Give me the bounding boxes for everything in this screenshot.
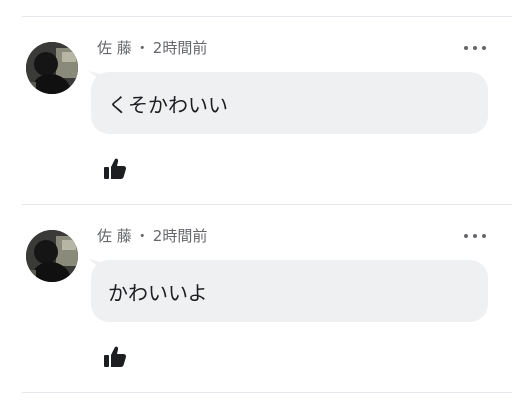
thumbs-up-icon[interactable] [102, 344, 128, 370]
meta-separator: ・ [134, 227, 150, 245]
more-horizontal-icon[interactable] [464, 226, 486, 246]
avatar-image [26, 42, 78, 94]
more-horizontal-icon[interactable] [464, 38, 486, 58]
comment-item: 佐 藤・ 2時間前 くそかわいい [0, 16, 512, 204]
avatar[interactable] [26, 42, 78, 94]
comment-text: かわいいよ [108, 280, 208, 305]
avatar-image [26, 230, 78, 282]
comment-meta: 佐 藤・ 2時間前 [97, 38, 207, 58]
meta-separator: ・ [134, 39, 150, 57]
comment-meta: 佐 藤・ 2時間前 [97, 226, 207, 246]
comment-bubble: かわいいよ [91, 260, 488, 322]
author-name[interactable]: 佐 藤 [97, 227, 132, 245]
comment-text: くそかわいい [108, 92, 228, 117]
author-name[interactable]: 佐 藤 [97, 39, 132, 57]
bottom-divider [22, 392, 512, 393]
timestamp: 2時間前 [152, 39, 208, 57]
thumbs-up-icon[interactable] [102, 156, 128, 182]
comment-item: 佐 藤・ 2時間前 かわいいよ [0, 204, 512, 392]
comment-bubble: くそかわいい [91, 72, 488, 134]
avatar[interactable] [26, 230, 78, 282]
timestamp: 2時間前 [152, 227, 208, 245]
